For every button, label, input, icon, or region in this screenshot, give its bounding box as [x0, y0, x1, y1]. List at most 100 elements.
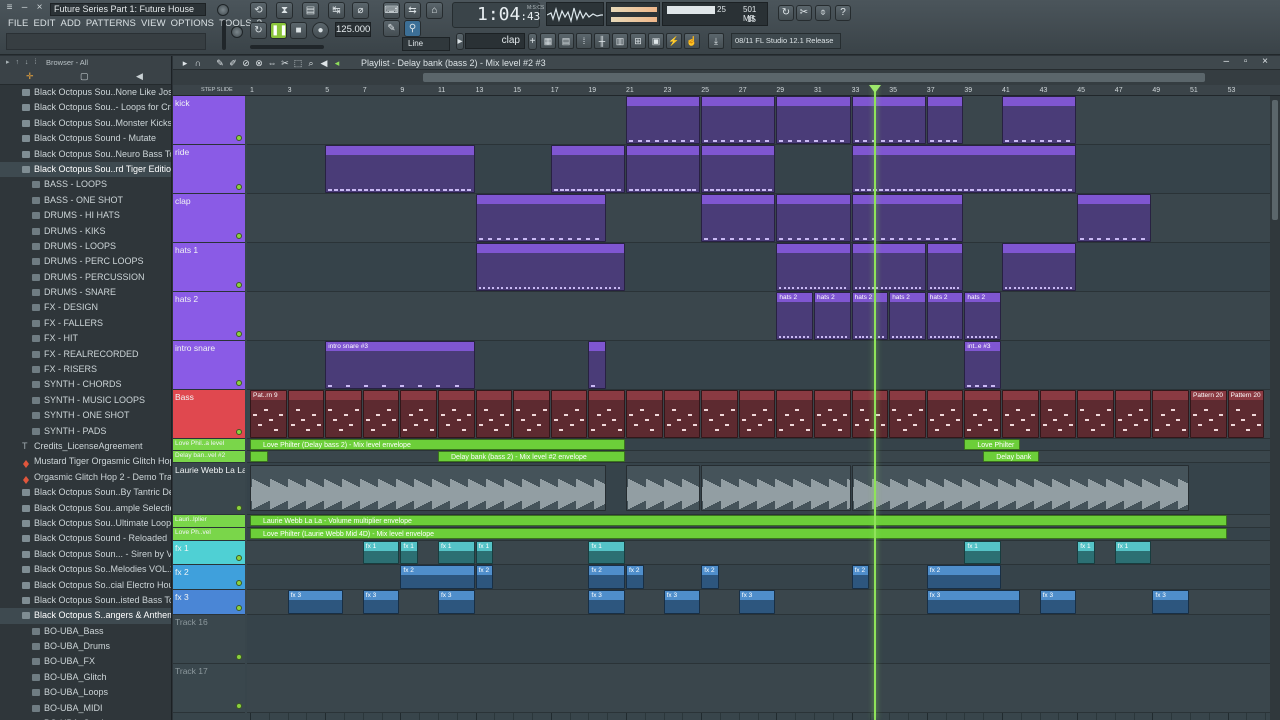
audio-clip[interactable] — [701, 465, 851, 511]
pattern-clip[interactable]: fx 1 — [1114, 541, 1152, 564]
automation-clip[interactable]: Delay bank — [983, 451, 1039, 462]
track-header[interactable]: hats 2 — [173, 292, 245, 341]
playhead[interactable] — [874, 85, 876, 720]
browser-item[interactable]: Black Octopus Soun... - Siren by Veela — [0, 547, 171, 562]
pattern-clip[interactable]: fx 3 — [287, 590, 343, 614]
pattern-arrow-icon[interactable]: ◂ — [331, 57, 343, 69]
pattern-clip[interactable] — [550, 145, 625, 193]
pattern-clip[interactable] — [889, 390, 926, 438]
automation-clip[interactable]: Love Philter (Laurie Webb Mid 4D) - Mix … — [250, 528, 1227, 539]
pattern-clip[interactable] — [926, 390, 964, 438]
pattern-clip[interactable]: fx 2 — [475, 565, 494, 589]
track-header[interactable]: Track 17 — [173, 664, 245, 713]
browser-item[interactable]: SYNTH - PADS — [0, 424, 171, 439]
stop-button[interactable]: ■ — [290, 22, 307, 39]
mute-led[interactable] — [236, 555, 242, 561]
pattern-clip[interactable] — [626, 145, 701, 193]
pattern-clip[interactable] — [475, 390, 513, 438]
plugin-picker-icon[interactable]: ⊞ — [630, 33, 646, 49]
browser-item[interactable]: Black Octopus Sou..- Loops for Craig — [0, 100, 171, 115]
pattern-clip[interactable] — [776, 243, 851, 291]
select-icon[interactable]: ⬚ — [292, 57, 304, 69]
playhead-marker-icon[interactable] — [869, 85, 881, 93]
pattern-clip[interactable]: fx 1 — [438, 541, 475, 564]
speaker-icon[interactable]: ◀ — [136, 71, 143, 82]
track-header[interactable]: Love Phil..a level — [173, 439, 245, 451]
browser-item[interactable]: BASS - LOOPS — [0, 177, 171, 192]
browser-icon[interactable]: ▣ — [648, 33, 664, 49]
vertical-scrollbar[interactable] — [1270, 96, 1280, 720]
track-header[interactable]: Bass — [173, 390, 245, 439]
menu-options[interactable]: OPTIONS — [171, 18, 214, 29]
browser-item[interactable]: Black Octopus Sou..Ultimate Loop Kit — [0, 516, 171, 531]
pause-button[interactable]: ❚❚ — [270, 22, 288, 39]
menu-add[interactable]: ADD — [61, 18, 81, 29]
browser-item[interactable]: Black Octopus Soun..isted Bass Tools — [0, 593, 171, 608]
pattern-clip[interactable]: fx 1 — [1077, 541, 1095, 564]
pattern-clip[interactable]: Pat..rn 9 — [250, 390, 287, 438]
record-button[interactable]: ● — [312, 22, 329, 39]
pattern-clip[interactable]: fx 3 — [663, 590, 701, 614]
browser-item[interactable]: DRUMS - HI HATS — [0, 208, 171, 223]
pattern-clip[interactable] — [776, 390, 813, 438]
playlist-icon[interactable]: ▦ — [540, 33, 556, 49]
track-header[interactable]: fx 2 — [173, 565, 245, 590]
browser-item[interactable]: FX - FALLERS — [0, 316, 171, 331]
browser-item[interactable]: BO-UBA_Drums — [0, 639, 171, 654]
browser-item[interactable]: Black Octopus So..cial Electro House — [0, 578, 171, 593]
pattern-clip[interactable] — [926, 243, 964, 291]
pattern-clip[interactable] — [776, 96, 851, 144]
close-icon[interactable]: × — [34, 2, 45, 14]
pattern-clip[interactable]: Pattern 20 — [1227, 390, 1265, 438]
track-header[interactable]: Love Ph..vel — [173, 528, 245, 541]
countdown-icon[interactable]: ⌀ — [352, 2, 369, 19]
slice-icon[interactable]: ✂ — [279, 57, 291, 69]
pencil-icon[interactable]: ✎ — [383, 20, 400, 37]
pattern-clip[interactable]: hats 2 — [851, 292, 889, 340]
browser-item[interactable]: SYNTH - CHORDS — [0, 377, 171, 392]
mute-led[interactable] — [236, 135, 242, 141]
pattern-clip[interactable] — [851, 390, 889, 438]
pattern-clip[interactable] — [851, 194, 964, 242]
wait-input-icon[interactable]: ⌂ — [426, 2, 443, 19]
menu-patterns[interactable]: PATTERNS — [86, 18, 136, 29]
pattern-clip[interactable]: fx 3 — [438, 590, 475, 614]
menu-file[interactable]: FILE — [8, 18, 28, 29]
pattern-clip[interactable] — [1077, 194, 1152, 242]
playlist-options-icon[interactable]: ▸ — [179, 57, 191, 69]
magnet-icon[interactable]: ∩ — [192, 57, 204, 69]
track-header[interactable]: clap — [173, 194, 245, 243]
pattern-clip[interactable] — [362, 390, 400, 438]
pattern-clip[interactable] — [550, 390, 588, 438]
pattern-prev-icon[interactable]: ▸ — [456, 33, 464, 50]
pattern-selector[interactable]: clap — [465, 33, 525, 49]
pattern-clip[interactable] — [1002, 390, 1039, 438]
tempo-display[interactable]: 125.000 — [335, 22, 371, 37]
help-icon[interactable]: ? — [835, 5, 851, 21]
browser-item[interactable]: DRUMS - LOOPS — [0, 239, 171, 254]
track-header[interactable]: ride — [173, 145, 245, 194]
mute-led[interactable] — [236, 282, 242, 288]
pattern-clip[interactable]: fx 2 — [588, 565, 625, 589]
pattern-clip[interactable]: fx 3 — [1039, 590, 1077, 614]
track-lane[interactable] — [247, 615, 1280, 664]
pattern-clip[interactable] — [738, 390, 776, 438]
browser-item[interactable]: DRUMS - KIKS — [0, 224, 171, 239]
master-pitch-slider[interactable] — [222, 20, 226, 50]
browser-item[interactable]: BO-UBA_MIDI — [0, 701, 171, 716]
pattern-clip[interactable] — [1002, 96, 1077, 144]
mute-led[interactable] — [236, 605, 242, 611]
master-position-slider[interactable] — [250, 45, 324, 49]
mute-led[interactable] — [236, 429, 242, 435]
audio-clip[interactable] — [250, 465, 607, 511]
typing-keyboard-icon[interactable]: ⌨ — [383, 2, 400, 19]
pattern-clip[interactable]: fx 3 — [1152, 590, 1189, 614]
horizontal-scroll-thumb[interactable] — [423, 73, 1205, 82]
track-lane[interactable] — [247, 451, 1280, 463]
mixer-icon[interactable]: ╫ — [594, 33, 610, 49]
track-header[interactable]: intro snare — [173, 341, 245, 390]
channel-rack-icon[interactable]: ⁞ — [576, 33, 592, 49]
song-mode-icon[interactable]: ↻ — [250, 22, 267, 39]
mute-led[interactable] — [236, 233, 242, 239]
mute-led[interactable] — [236, 654, 242, 660]
